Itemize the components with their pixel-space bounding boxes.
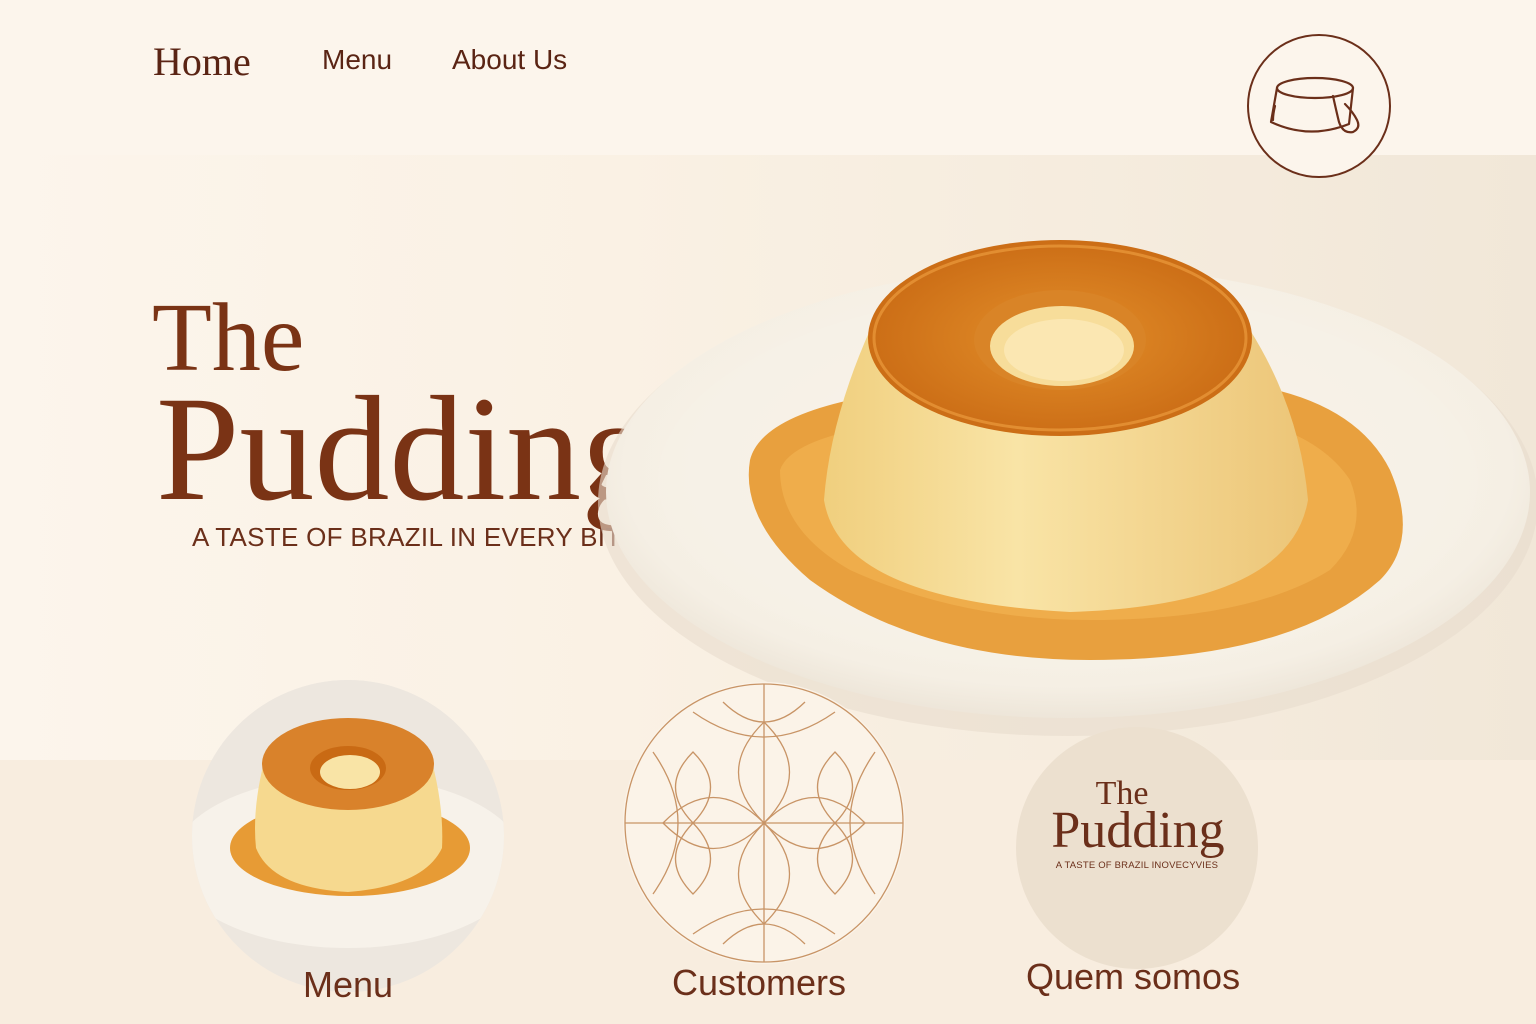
about-logo-tagline: A TASTE OF BRAZIL INOVECYVIES bbox=[1055, 860, 1219, 871]
nav-about-link[interactable]: About Us bbox=[452, 44, 567, 76]
pudding-outline-icon bbox=[1269, 76, 1360, 134]
menu-card-image bbox=[192, 680, 504, 992]
hero-title: The Pudding bbox=[152, 288, 657, 532]
pudding-thumbnail-icon bbox=[192, 680, 504, 992]
about-card-label: Quem somos bbox=[1026, 956, 1241, 997]
nav-menu-link[interactable]: Menu bbox=[322, 44, 392, 76]
menu-card-label: Menu bbox=[303, 964, 394, 1005]
hero-tagline: A TASTE OF BRAZIL IN EVERY BITE bbox=[192, 522, 640, 552]
brand-logo[interactable] bbox=[1247, 34, 1391, 178]
geometric-pattern-icon bbox=[624, 683, 904, 963]
hero-title-line2: Pudding bbox=[156, 366, 657, 532]
about-card-logo: The Pudding A TASTE OF BRAZIL INOVECYVIE… bbox=[1016, 777, 1258, 872]
customers-card-label: Customers bbox=[672, 962, 847, 1003]
nav-home-link[interactable]: Home bbox=[153, 38, 251, 85]
customers-card-image bbox=[623, 682, 905, 964]
about-logo-line2: Pudding bbox=[1051, 802, 1225, 859]
